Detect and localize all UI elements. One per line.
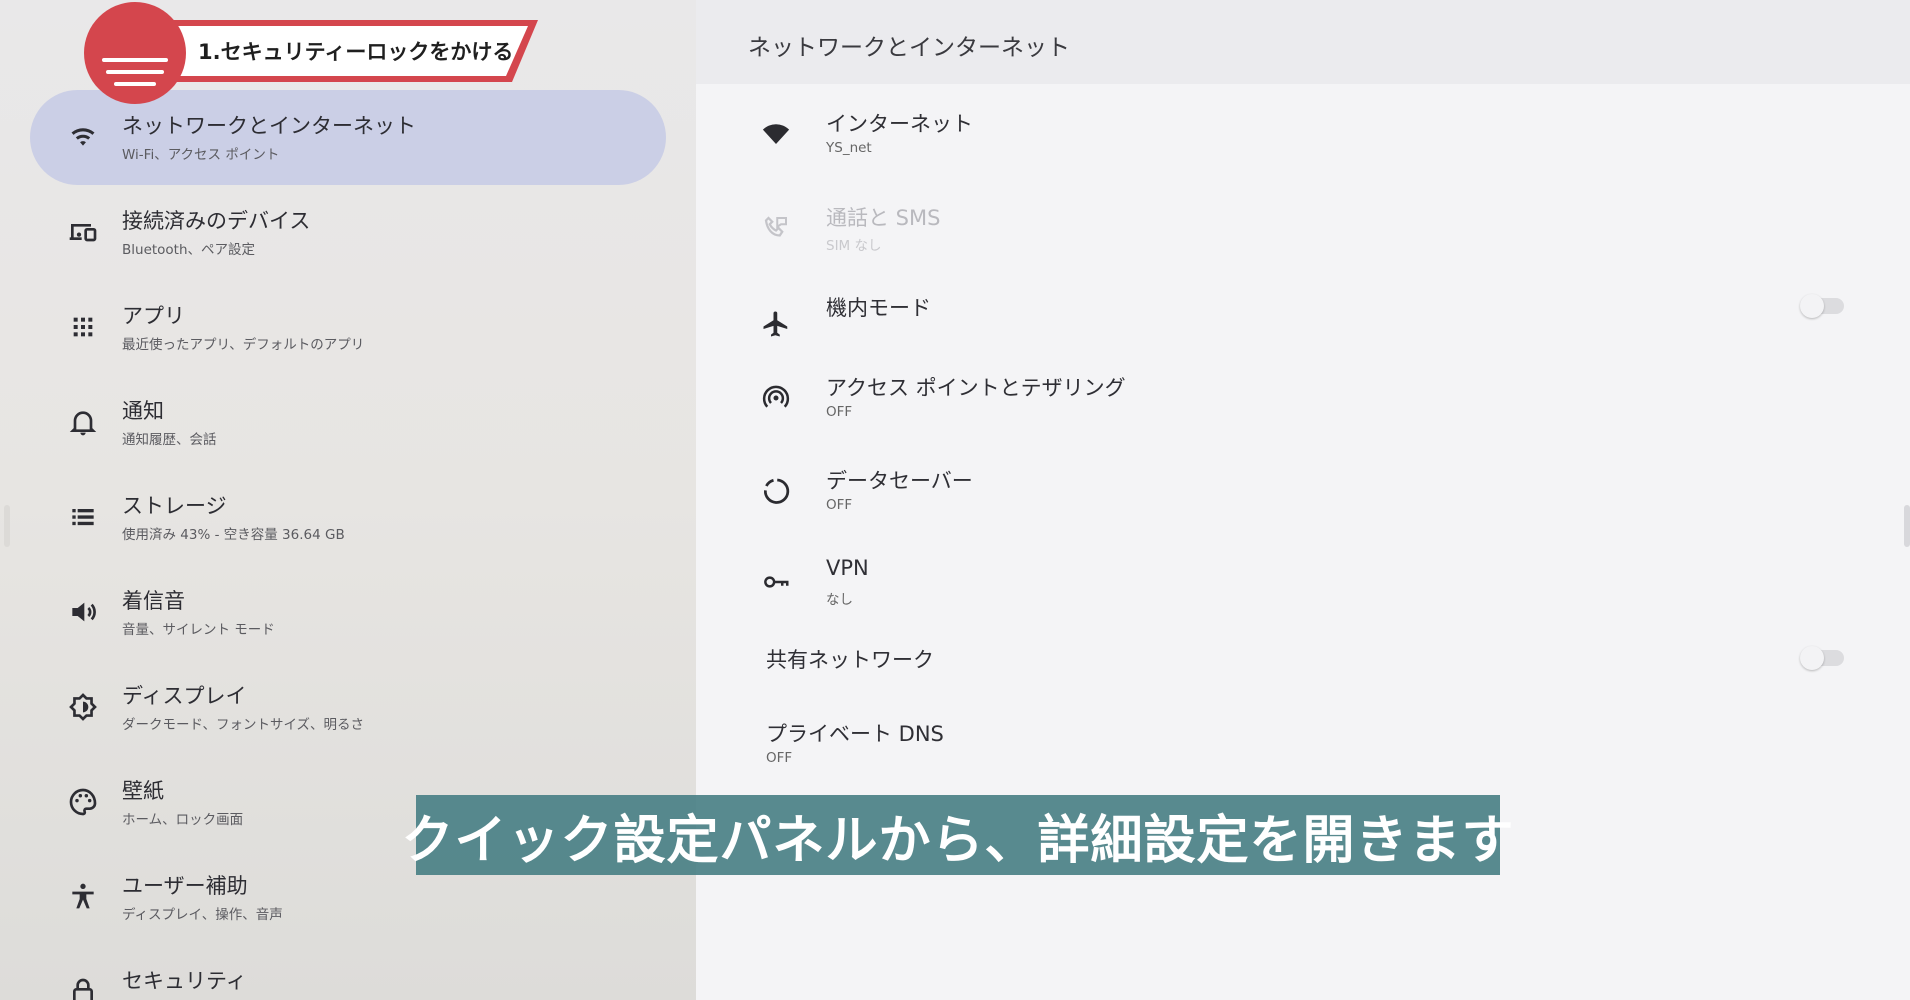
toggle-thumb: [1800, 294, 1824, 318]
wifi-icon: [60, 114, 106, 160]
nav-item-subtitle: ホーム、ロック画面: [122, 812, 244, 828]
setting-vpn[interactable]: VPN なし: [696, 546, 1910, 626]
setting-airplane-mode[interactable]: 機内モード: [696, 288, 1910, 368]
tutorial-step-banner: 1.セキュリティーロックをかける: [150, 18, 540, 84]
nav-item-title: 着信音: [122, 589, 185, 613]
setting-title: プライベート DNS: [766, 722, 944, 746]
video-caption: クイック設定パネルから、詳細設定を開きます: [402, 795, 1514, 875]
nav-item-title: ユーザー補助: [122, 874, 248, 898]
setting-internet[interactable]: インターネット YS_net: [696, 98, 1910, 178]
nav-item-subtitle: 通知履歴、会話: [122, 432, 217, 448]
setting-subtitle: OFF: [766, 750, 793, 766]
page-header: ネットワークとインターネット: [696, 0, 1910, 84]
nav-item-title: アプリ: [122, 304, 185, 328]
shared-network-toggle[interactable]: [1800, 646, 1844, 670]
caption-text: クイック設定パネルから、詳細設定を開きます: [401, 810, 1515, 871]
nav-item-title: ネットワークとインターネット: [122, 114, 416, 138]
phone-sms-icon: [758, 210, 794, 246]
nav-item-storage[interactable]: ストレージ 使用済み 43% - 空き容量 36.64 GB: [30, 470, 666, 565]
hotspot-icon: [758, 380, 794, 416]
setting-title: インターネット: [826, 112, 973, 136]
nav-item-sound[interactable]: 着信音 音量、サイレント モード: [30, 565, 666, 660]
nav-item-notifications[interactable]: 通知 通知履歴、会話: [30, 375, 666, 470]
vpn-key-icon: [758, 564, 794, 600]
setting-title: VPN: [826, 556, 869, 580]
settings-screen: ネットワークとインターネット Wi-Fi、アクセス ポイント 接続済みのデバイス…: [0, 0, 1910, 1000]
airplane-mode-toggle[interactable]: [1800, 294, 1844, 318]
setting-hotspot-tethering[interactable]: アクセス ポイントとテザリング OFF: [696, 362, 1910, 442]
nav-item-title: ストレージ: [122, 494, 227, 518]
setting-subtitle: なし: [826, 592, 853, 608]
nav-item-title: ディスプレイ: [122, 684, 247, 708]
lock-icon: [60, 969, 106, 1000]
nav-item-subtitle: 音量、サイレント モード: [122, 622, 275, 638]
nav-item-subtitle: 最近使ったアプリ、デフォルトのアプリ: [122, 337, 365, 353]
setting-title: 共有ネットワーク: [766, 648, 934, 672]
setting-title: 通話と SMS: [826, 206, 941, 230]
nav-scroll-indicator: [4, 505, 10, 547]
setting-private-dns[interactable]: プライベート DNS OFF: [696, 708, 1910, 788]
nav-item-title: 接続済みのデバイス: [122, 209, 311, 233]
devices-icon: [60, 209, 106, 255]
wifi-filled-icon: [758, 116, 794, 152]
brightness-icon: [60, 684, 106, 730]
setting-title: データセーバー: [826, 469, 973, 493]
setting-subtitle: OFF: [826, 497, 853, 513]
accessibility-icon: [60, 874, 106, 920]
nav-item-title: セキュリティ: [122, 969, 247, 993]
nav-item-apps[interactable]: アプリ 最近使ったアプリ、デフォルトのアプリ: [30, 280, 666, 375]
nav-item-display[interactable]: ディスプレイ ダークモード、フォントサイズ、明るさ: [30, 660, 666, 755]
airplane-icon: [758, 306, 794, 342]
nav-item-network[interactable]: ネットワークとインターネット Wi-Fi、アクセス ポイント: [30, 90, 666, 185]
nav-item-subtitle: ダークモード、フォントサイズ、明るさ: [122, 717, 365, 733]
nav-item-subtitle: ディスプレイ、操作、音声: [122, 907, 283, 923]
nav-item-title: 通知: [122, 399, 164, 423]
setting-title: アクセス ポイントとテザリング: [826, 376, 1126, 400]
palette-icon: [60, 779, 106, 825]
nav-item-connected-devices[interactable]: 接続済みのデバイス Bluetooth、ペア設定: [30, 185, 666, 280]
setting-data-saver[interactable]: データセーバー OFF: [696, 455, 1910, 535]
storage-list-icon: [60, 494, 106, 540]
apps-grid-icon: [60, 304, 106, 350]
nav-item-subtitle: Bluetooth、ペア設定: [122, 242, 256, 258]
setting-title: 機内モード: [826, 296, 931, 320]
page-title: ネットワークとインターネット: [748, 35, 1070, 61]
data-saver-icon: [758, 473, 794, 509]
setting-subtitle: SIM なし: [826, 238, 882, 254]
setting-subtitle: YS_net: [826, 140, 872, 156]
tutorial-step-text: 1.セキュリティーロックをかける: [198, 40, 514, 64]
speaker-icon: [60, 589, 106, 635]
menu-lines-icon: [84, 2, 186, 104]
bell-icon: [60, 399, 106, 445]
nav-item-security[interactable]: セキュリティ: [30, 945, 666, 1000]
setting-calls-sms: 通話と SMS SIM なし: [696, 192, 1910, 272]
nav-item-title: 壁紙: [122, 779, 164, 803]
nav-item-subtitle: 使用済み 43% - 空き容量 36.64 GB: [122, 527, 345, 543]
toggle-thumb: [1800, 646, 1824, 670]
setting-subtitle: OFF: [826, 404, 853, 420]
nav-item-subtitle: Wi-Fi、アクセス ポイント: [122, 147, 280, 163]
